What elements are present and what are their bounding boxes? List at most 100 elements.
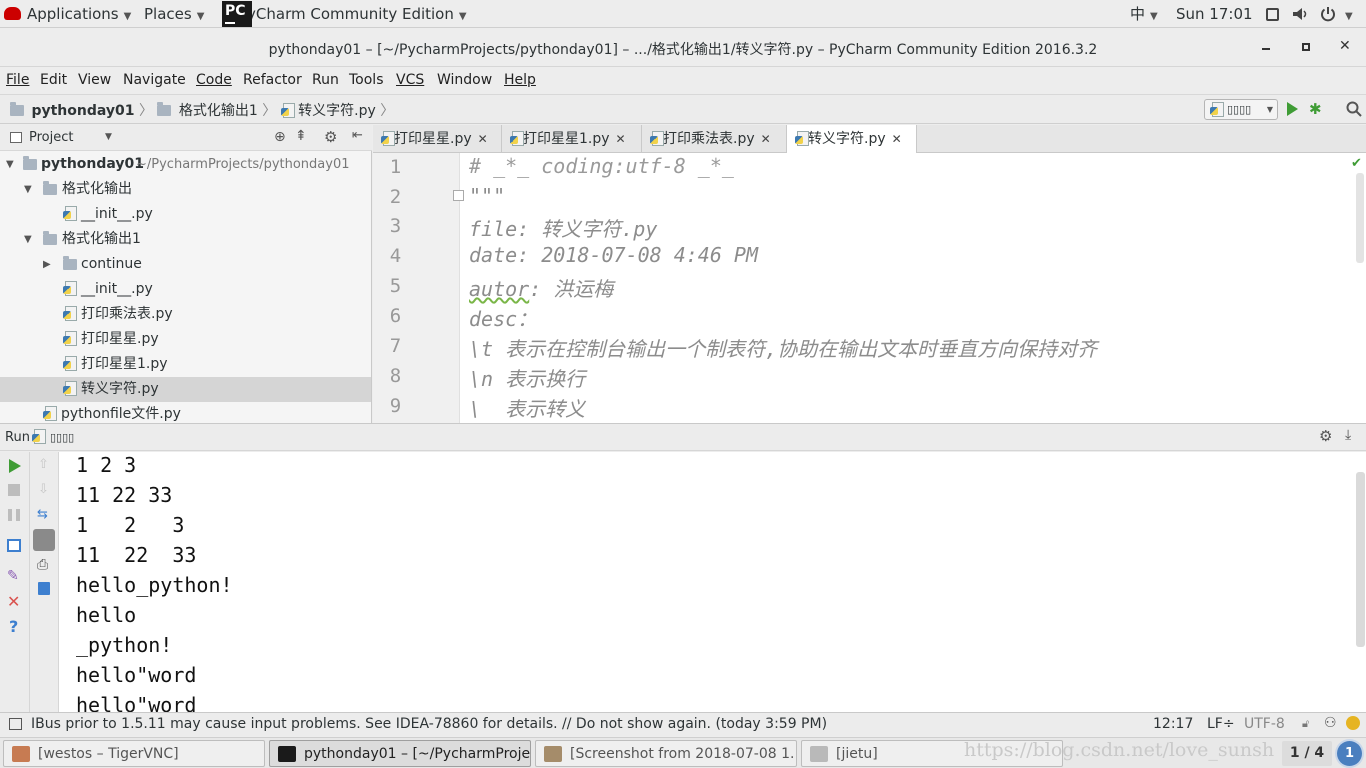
workspace-switcher[interactable]: 1 / 4 <box>1282 741 1332 766</box>
volume-icon[interactable] <box>1292 0 1310 28</box>
tab-file[interactable]: 打印星星1.py ✕ <box>502 125 642 153</box>
breadcrumb-separator: 〉 <box>138 103 153 119</box>
tree-item-folder[interactable]: ▶ continue <box>0 252 371 277</box>
lock-icon[interactable]: 🔓︎ <box>1302 717 1309 731</box>
notification-badge[interactable]: 1 <box>1337 741 1362 766</box>
run-icon[interactable] <box>1287 102 1298 116</box>
run-console[interactable]: 1 2 3 11 22 33 1 2 3 11 22 33 hello_pyth… <box>59 452 1366 712</box>
menu-refactor[interactable]: Refactor <box>243 67 302 94</box>
folder-icon <box>23 156 37 170</box>
arrow-up-icon[interactable]: ⇧ <box>38 457 49 472</box>
tree-item-file[interactable]: __init__.py <box>0 202 371 227</box>
project-panel: Project ▼ ⊕ ⇞ ⚙ ⇤ ▼ pythonday01 ~/Pychar… <box>0 125 372 423</box>
collapse-icon[interactable]: ⇞ <box>295 128 307 144</box>
redhat-icon <box>4 7 21 20</box>
tab-file-active[interactable]: 转义字符.py ✕ <box>787 125 917 154</box>
menu-run[interactable]: Run <box>312 67 339 94</box>
gear-icon[interactable]: ⚙ <box>324 128 337 146</box>
tab-file[interactable]: 打印星星.py ✕ <box>373 125 502 153</box>
code-editor[interactable]: 1 2 3 4 5 6 7 8 9 # _*_ coding:utf-8 _*_… <box>373 153 1366 423</box>
close-button[interactable]: ✕ <box>1339 38 1351 54</box>
rerun-icon[interactable] <box>9 459 21 473</box>
breadcrumb-project[interactable]: pythonday01 <box>31 103 134 119</box>
taskbar-item[interactable]: [Screenshot from 2018-07-08 1... <box>535 740 797 767</box>
search-icon[interactable] <box>1346 101 1362 121</box>
tree-item-file[interactable]: 打印星星.py <box>0 327 371 352</box>
active-app-menu[interactable]: PC PyCharm Community Edition ▼ <box>222 0 467 28</box>
taskbar-item-active[interactable]: pythonday01 – [~/PycharmProjec... <box>269 740 531 767</box>
editor-scrollbar[interactable] <box>1356 173 1364 263</box>
breadcrumb-folder[interactable]: 格式化输出1 <box>179 103 258 119</box>
menu-help[interactable]: Help <box>504 67 536 94</box>
places-menu[interactable]: Places ▼ <box>144 0 204 28</box>
taskbar-item[interactable]: [westos – TigerVNC] <box>3 740 265 767</box>
minimize-button[interactable] <box>1262 48 1270 50</box>
run-config-selector[interactable]: ▯▯▯▯ ▼ <box>1204 99 1278 120</box>
tab-file[interactable]: 打印乘法表.py ✕ <box>642 125 787 153</box>
system-menu-chevron[interactable]: ▼ <box>1340 0 1353 28</box>
applications-menu[interactable]: Applications ▼ <box>4 0 131 28</box>
chevron-down-icon[interactable]: ▼ <box>105 132 112 142</box>
restore-layout-icon[interactable] <box>7 539 21 552</box>
tree-item-file[interactable]: 打印乘法表.py <box>0 302 371 327</box>
tree-item-folder[interactable]: ▼ 格式化输出1 <box>0 227 371 252</box>
caret-position[interactable]: 12:17 <box>1153 716 1193 732</box>
soft-wrap-icon[interactable]: ⇆ <box>37 507 48 522</box>
tree-item-file-selected[interactable]: 转义字符.py <box>0 377 371 402</box>
pin-icon[interactable]: ✎ <box>7 568 19 584</box>
close-icon[interactable]: ✕ <box>761 132 771 146</box>
print-icon[interactable]: ⎙ <box>37 557 48 573</box>
hide-panel-icon[interactable]: ⇤ <box>352 128 363 143</box>
tree-item-folder[interactable]: ▼ 格式化输出 <box>0 177 371 202</box>
scroll-to-end-icon[interactable] <box>33 529 55 551</box>
folder-icon <box>157 102 172 116</box>
trash-icon[interactable] <box>38 582 50 595</box>
menu-window[interactable]: Window <box>437 67 492 94</box>
menu-view[interactable]: View <box>78 67 111 94</box>
project-view-label[interactable]: Project <box>29 130 73 145</box>
stop-icon[interactable] <box>8 484 20 496</box>
close-icon[interactable]: ✕ <box>616 132 626 146</box>
debug-icon[interactable]: ✱ <box>1309 100 1322 118</box>
inspection-ok-icon[interactable]: ✔ <box>1351 156 1362 171</box>
menu-edit[interactable]: Edit <box>40 67 67 94</box>
tree-item-file[interactable]: __init__.py <box>0 277 371 302</box>
python-file-icon <box>63 381 77 396</box>
menu-tools[interactable]: Tools <box>349 67 384 94</box>
tree-item-project-root[interactable]: ▼ pythonday01 ~/PycharmProjects/pythonda… <box>0 152 371 177</box>
window-overview-icon[interactable] <box>1266 0 1279 28</box>
menu-code[interactable]: Code <box>196 67 232 94</box>
file-encoding[interactable]: UTF-8 <box>1244 716 1285 732</box>
fold-marker-icon[interactable] <box>453 190 464 201</box>
locate-icon[interactable]: ⊕ <box>274 129 286 145</box>
gear-icon[interactable]: ⚙ <box>1319 427 1332 445</box>
close-icon[interactable]: ✕ <box>892 132 902 146</box>
pause-icon[interactable] <box>8 509 20 521</box>
menu-vcs[interactable]: VCS <box>396 67 424 94</box>
line-number: 1 <box>389 156 402 178</box>
menu-navigate[interactable]: Navigate <box>123 67 186 94</box>
console-scrollbar[interactable] <box>1356 472 1365 647</box>
vnc-icon <box>12 746 30 762</box>
tree-item-file[interactable]: pythonfile文件.py <box>0 402 371 423</box>
power-icon[interactable] <box>1320 0 1336 28</box>
badge-count: 1 <box>1344 746 1355 761</box>
python-file-icon <box>650 131 664 146</box>
arrow-down-icon[interactable]: ⇩ <box>38 482 49 497</box>
clock[interactable]: Sun 17:01 <box>1176 0 1253 28</box>
notification-icon[interactable] <box>1346 716 1360 730</box>
run-config-tab[interactable]: ▯▯▯▯ <box>50 431 74 444</box>
menu-file[interactable]: File <box>6 67 29 94</box>
status-message[interactable]: IBus prior to 1.5.11 may cause input pro… <box>31 716 827 732</box>
maximize-button[interactable] <box>1302 43 1310 51</box>
input-method-indicator[interactable]: 中 ▼ <box>1130 0 1158 28</box>
breadcrumb-file[interactable]: 转义字符.py <box>298 103 376 119</box>
inspector-icon[interactable]: ⚇ <box>1324 715 1337 731</box>
close-icon[interactable]: ✕ <box>7 592 20 611</box>
event-log-icon[interactable] <box>9 718 22 730</box>
hide-panel-icon[interactable]: ⤓ <box>1345 427 1351 443</box>
tree-item-file[interactable]: 打印星星1.py <box>0 352 371 377</box>
help-icon[interactable]: ? <box>9 617 18 636</box>
close-icon[interactable]: ✕ <box>478 132 488 146</box>
line-separator[interactable]: LF÷ <box>1207 716 1235 732</box>
